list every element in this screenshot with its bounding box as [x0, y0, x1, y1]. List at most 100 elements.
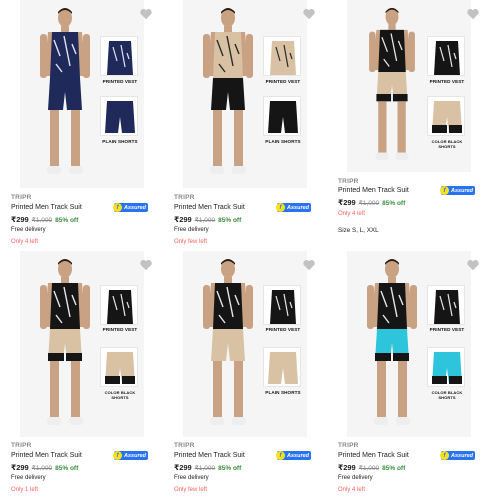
stock-status: Only 1 left	[11, 487, 39, 493]
inset-vest	[263, 36, 301, 76]
wishlist-heart-icon[interactable]	[139, 7, 153, 21]
assured-badge-icon: f Assured	[113, 203, 148, 212]
product-mrp: ₹1,000	[31, 217, 53, 224]
assured-badge-icon: f Assured	[113, 451, 148, 460]
assured-label: Assured	[451, 187, 474, 194]
stock-status: Only 4 left	[338, 211, 366, 217]
inset-vest	[263, 285, 301, 325]
stock-status: Only 4 left	[338, 487, 366, 493]
model-figure	[367, 259, 417, 425]
product-title[interactable]: Printed Men Track Suit	[174, 204, 245, 211]
product-card[interactable]: PRINTED VEST PLAIN SHORTS TRIPR Printed …	[0, 0, 163, 250]
product-brand: TRIPR	[174, 194, 195, 201]
product-image[interactable]: PRINTED VEST PLAIN SHORTS	[183, 251, 307, 437]
model-figure	[203, 8, 253, 174]
inset-shorts	[263, 96, 301, 136]
model-figure	[40, 259, 90, 425]
delivery-info: Free delivery	[11, 475, 46, 481]
wishlist-heart-icon[interactable]	[466, 258, 480, 272]
product-discount: 85% off	[218, 217, 242, 224]
product-card[interactable]: PRINTED VEST COLOR BLACK SHORTS TRIPR Pr…	[327, 251, 490, 497]
product-image[interactable]: PRINTED VEST COLOR BLACK SHORTS	[20, 251, 144, 437]
wishlist-heart-icon[interactable]	[466, 7, 480, 21]
product-discount: 85% off	[218, 465, 242, 472]
product-mrp: ₹1,000	[31, 465, 53, 472]
inset-bottom-label: COLOR BLACK SHORTS	[431, 390, 463, 400]
product-brand: TRIPR	[11, 442, 32, 449]
inset-top-label: PRINTED VEST	[429, 327, 465, 332]
model-figure	[369, 7, 415, 160]
assured-badge-icon: f Assured	[276, 451, 311, 460]
inset-bottom-label: PLAIN SHORTS	[265, 139, 301, 144]
inset-top-label: PRINTED VEST	[102, 79, 138, 84]
assured-badge-icon: f Assured	[276, 203, 311, 212]
inset-bottom-label: PLAIN SHORTS	[102, 139, 138, 144]
product-card[interactable]: PRINTED VEST COLOR BLACK SHORTS TRIPR Pr…	[0, 251, 163, 497]
price-row: ₹299 ₹1,000 85% off	[338, 198, 405, 207]
product-mrp: ₹1,000	[194, 465, 216, 472]
product-brand: TRIPR	[338, 442, 359, 449]
product-price: ₹299	[338, 198, 356, 207]
model-figure	[40, 8, 90, 174]
product-mrp: ₹1,000	[358, 465, 380, 472]
product-discount: 85% off	[55, 217, 79, 224]
wishlist-heart-icon[interactable]	[302, 7, 316, 21]
inset-shorts	[100, 96, 138, 136]
inset-bottom-label: COLOR BLACK SHORTS	[104, 390, 136, 400]
product-title[interactable]: Printed Men Track Suit	[338, 452, 409, 459]
product-title[interactable]: Printed Men Track Suit	[174, 452, 245, 459]
assured-label: Assured	[287, 204, 310, 211]
delivery-info: Free delivery	[11, 227, 46, 233]
wishlist-heart-icon[interactable]	[302, 258, 316, 272]
product-price: ₹299	[338, 463, 356, 472]
price-row: ₹299 ₹1,000 85% off	[174, 215, 241, 224]
product-card[interactable]: PRINTED VEST PLAIN SHORTS TRIPR Printed …	[163, 0, 326, 250]
wishlist-heart-icon[interactable]	[139, 258, 153, 272]
inset-bottom-label: PLAIN SHORTS	[265, 390, 301, 395]
product-discount: 85% off	[382, 465, 406, 472]
product-card[interactable]: PRINTED VEST COLOR BLACK SHORTS TRIPR Pr…	[327, 0, 490, 250]
product-price: ₹299	[174, 463, 192, 472]
product-image[interactable]: PRINTED VEST COLOR BLACK SHORTS	[347, 0, 471, 172]
product-price: ₹299	[174, 215, 192, 224]
inset-bottom-label: COLOR BLACK SHORTS	[431, 139, 463, 149]
delivery-info: Free delivery	[174, 475, 209, 481]
product-mrp: ₹1,000	[194, 217, 216, 224]
product-discount: 85% off	[382, 200, 406, 207]
product-mrp: ₹1,000	[358, 200, 380, 207]
size-options: Size S, L, XXL	[338, 227, 379, 234]
product-brand: TRIPR	[11, 194, 32, 201]
price-row: ₹299 ₹1,000 85% off	[11, 463, 78, 472]
stock-status: Only 4 left	[11, 239, 39, 245]
inset-shorts	[427, 347, 465, 387]
product-brand: TRIPR	[338, 178, 359, 185]
product-brand: TRIPR	[174, 442, 195, 449]
inset-shorts	[100, 347, 138, 387]
assured-label: Assured	[451, 452, 474, 459]
product-title[interactable]: Printed Men Track Suit	[338, 187, 409, 194]
inset-top-label: PRINTED VEST	[265, 327, 301, 332]
delivery-info: Free delivery	[174, 227, 209, 233]
product-price: ₹299	[11, 463, 29, 472]
stock-status: Only few left	[174, 487, 208, 493]
product-card[interactable]: PRINTED VEST PLAIN SHORTS TRIPR Printed …	[163, 251, 326, 497]
inset-top-label: PRINTED VEST	[102, 327, 138, 332]
inset-shorts	[427, 96, 465, 136]
inset-vest	[100, 285, 138, 325]
price-row: ₹299 ₹1,000 85% off	[338, 463, 405, 472]
product-title[interactable]: Printed Men Track Suit	[11, 204, 82, 211]
product-price: ₹299	[11, 215, 29, 224]
inset-top-label: PRINTED VEST	[265, 79, 301, 84]
inset-vest	[427, 285, 465, 325]
assured-label: Assured	[287, 452, 310, 459]
inset-top-label: PRINTED VEST	[429, 79, 465, 84]
product-image[interactable]: PRINTED VEST PLAIN SHORTS	[183, 0, 307, 188]
stock-status: Only few left	[174, 239, 208, 245]
product-image[interactable]: PRINTED VEST COLOR BLACK SHORTS	[347, 251, 471, 437]
assured-badge-icon: f Assured	[440, 451, 475, 460]
product-title[interactable]: Printed Men Track Suit	[11, 452, 82, 459]
assured-label: Assured	[124, 204, 147, 211]
assured-badge-icon: f Assured	[440, 186, 475, 195]
inset-vest	[100, 36, 138, 76]
product-image[interactable]: PRINTED VEST PLAIN SHORTS	[20, 0, 144, 188]
